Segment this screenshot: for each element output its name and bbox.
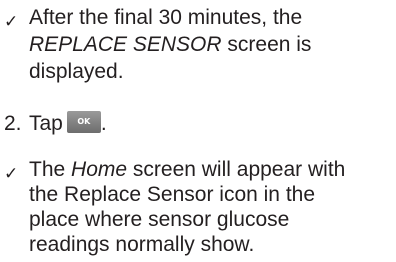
step2-line: Tap OK. [29,111,107,137]
item1-line3: displayed. [29,60,124,83]
item3-line2: the Replace Sensor icon in the [29,183,316,206]
step2-text: Tap [29,112,63,135]
checkmark-icon: ✓ [4,12,19,32]
item3-line1-pre: The [29,158,72,181]
step2-suffix: . [100,112,107,135]
item3-line1-post: screen will appear with [127,158,346,181]
step-number: 2. [4,112,22,135]
home-screen-name: Home [71,158,128,181]
replace-sensor-screen-name: REPLACE SENSOR [29,33,222,56]
item3-line4: readings normally show. [29,233,255,256]
item1-line1: After the final 30 minutes, the [29,6,303,29]
checkmark-icon: ✓ [4,164,19,184]
item1-line2: REPLACE SENSOR screen is [29,32,311,58]
item3-line3: place where sensor glucose [29,208,290,231]
item1-line2-rest: screen is [221,33,312,56]
ok-button-icon: OK [66,111,101,134]
item3-line1: The Home screen will appear with [29,157,345,183]
